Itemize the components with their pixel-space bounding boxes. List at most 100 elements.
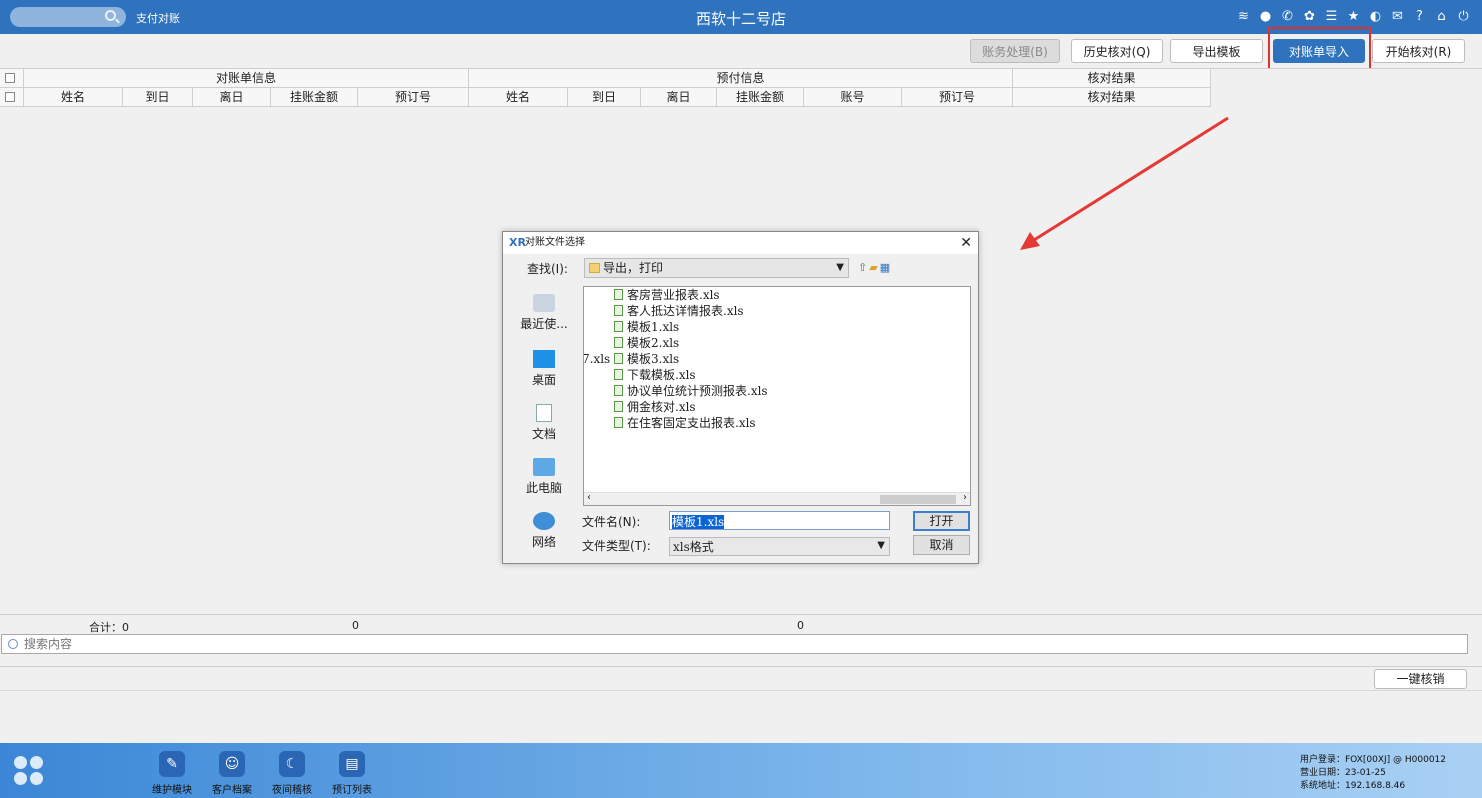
group-header: 核对结果 <box>1013 69 1211 88</box>
place-recent[interactable]: 最近使... <box>511 294 577 332</box>
divider <box>0 690 1482 691</box>
file-item[interactable]: 客房营业报表.xls <box>614 287 720 303</box>
place-label: 最近使... <box>520 317 568 331</box>
clipped-file-item[interactable]: 7.xls <box>584 351 610 367</box>
chevron-right-icon[interactable]: › <box>963 492 967 503</box>
column-header[interactable]: 挂账金额 <box>271 88 358 107</box>
column-header[interactable]: 预订号 <box>358 88 469 107</box>
dock-item-customers[interactable]: ☺ 客户档案 <box>202 751 262 796</box>
column-header[interactable]: 离日 <box>193 88 271 107</box>
export-template-button[interactable]: 导出模板 <box>1170 39 1263 63</box>
column-header[interactable]: 挂账金额 <box>717 88 804 107</box>
document-icon <box>536 404 552 422</box>
open-button[interactable]: 打开 <box>913 511 970 531</box>
new-folder-icon[interactable]: ▰ <box>869 261 879 274</box>
wrench-icon: ✎ <box>159 751 185 777</box>
place-label: 文档 <box>531 427 556 441</box>
column-header[interactable]: 预订号 <box>902 88 1013 107</box>
column-header[interactable]: 姓名 <box>469 88 568 107</box>
recent-icon <box>533 294 555 312</box>
view-menu-icon[interactable]: ▦ <box>880 261 892 274</box>
dialog-nav-icons: ⇧▰▦ <box>858 261 892 274</box>
home-icon[interactable]: ⌂ <box>1433 8 1450 25</box>
star-icon[interactable]: ★ <box>1345 8 1362 25</box>
column-header[interactable]: 到日 <box>123 88 193 107</box>
power-icon[interactable]: ⏻ <box>1455 8 1472 25</box>
select-all-cell <box>0 69 24 88</box>
dock-label: 预订列表 <box>332 785 372 796</box>
file-item[interactable]: 下载模板.xls <box>614 367 696 383</box>
contact-card-icon: ☺ <box>219 751 245 777</box>
scroll-thumb[interactable] <box>880 495 956 504</box>
column-header[interactable]: 离日 <box>641 88 717 107</box>
place-network[interactable]: 网络 <box>511 512 577 550</box>
horizontal-scrollbar[interactable]: ‹ › <box>584 492 970 505</box>
system-address: 系统地址：192.168.8.46 <box>1300 781 1406 791</box>
xls-file-icon <box>614 321 623 332</box>
dock-item-night-audit[interactable]: ☾ 夜间稽核 <box>262 751 322 796</box>
search-bar <box>1 634 1468 654</box>
history-check-button[interactable]: 历史核对(Q) <box>1071 39 1163 63</box>
filetype-select[interactable]: xls格式 ▼ <box>669 537 890 556</box>
select-all-checkbox[interactable] <box>5 73 15 83</box>
search-input[interactable] <box>24 636 824 652</box>
xls-file-icon <box>614 289 623 300</box>
place-this-pc[interactable]: 此电脑 <box>511 458 577 496</box>
dock-label: 客户档案 <box>212 785 252 796</box>
lookin-label: 查找(I): <box>527 262 568 276</box>
file-select-dialog: XR 对账文件选择 ✕ 查找(I): 导出，打印 ▼ ⇧▰▦ 最近使... 桌面… <box>502 231 979 564</box>
chat-icon[interactable]: ● <box>1257 8 1274 25</box>
chevron-left-icon[interactable]: ‹ <box>587 492 591 503</box>
app-logo-icon: XR <box>509 236 526 249</box>
column-header[interactable]: 核对结果 <box>1013 88 1211 107</box>
phone-icon[interactable]: ✆ <box>1279 8 1296 25</box>
dock-item-reservations[interactable]: ▤ 预订列表 <box>322 751 382 796</box>
close-icon[interactable]: ✕ <box>960 232 972 254</box>
theme-icon[interactable]: ◐ <box>1367 8 1384 25</box>
start-check-button[interactable]: 开始核对(R) <box>1372 39 1465 63</box>
place-desktop[interactable]: 桌面 <box>511 350 577 388</box>
folder-icon <box>589 263 600 273</box>
xls-file-icon <box>614 353 623 364</box>
file-item[interactable]: 协议单位统计预测报表.xls <box>614 383 768 399</box>
highlight-box <box>1268 27 1371 73</box>
file-item[interactable]: 佣金核对.xls <box>614 399 696 415</box>
palette-icon[interactable]: ✿ <box>1301 8 1318 25</box>
place-label: 网络 <box>531 535 556 549</box>
xls-file-icon <box>614 385 623 396</box>
mail-icon[interactable]: ✉ <box>1389 8 1406 25</box>
summary-value: 0 <box>797 619 804 632</box>
file-item[interactable]: 模板2.xls <box>614 335 679 351</box>
file-item[interactable]: 在住客固定支出报表.xls <box>614 415 756 431</box>
title-bar: 支付对账 西软十二号店 ≋ ● ✆ ✿ ☰ ★ ◐ ✉ ? ⌂ ⏻ <box>0 0 1482 34</box>
file-item[interactable]: 客人抵达详情报表.xls <box>614 303 744 319</box>
search-icon <box>8 639 18 649</box>
accounting-button[interactable]: 账务处理(B) <box>970 39 1060 63</box>
header-checkbox[interactable] <box>5 92 15 102</box>
cancel-button[interactable]: 取消 <box>913 535 970 555</box>
dialog-title: 对账文件选择 <box>525 237 585 248</box>
menu-icon[interactable]: ☰ <box>1323 8 1340 25</box>
filename-input[interactable]: 模板1.xls <box>669 511 890 530</box>
column-header[interactable]: 到日 <box>568 88 641 107</box>
place-documents[interactable]: 文档 <box>511 404 577 442</box>
column-header[interactable]: 姓名 <box>24 88 123 107</box>
wifi-icon[interactable]: ≋ <box>1235 8 1252 25</box>
up-folder-icon[interactable]: ⇧ <box>858 261 869 274</box>
one-click-writeoff-button[interactable]: 一键核销 <box>1374 669 1467 689</box>
dock-item-maintenance[interactable]: ✎ 维护模块 <box>142 751 202 796</box>
bottom-dock: ✎ 维护模块 ☺ 客户档案 ☾ 夜间稽核 ▤ 预订列表 用户登录：FOX[00XJ] @… <box>0 743 1482 798</box>
group-header: 对账单信息 <box>24 69 469 88</box>
lookin-select[interactable]: 导出，打印 ▼ <box>584 258 849 278</box>
toolbar: 账务处理(B) 历史核对(Q) 导出模板 对账单导入 开始核对(R) <box>0 34 1482 68</box>
app-logo-icon[interactable] <box>14 756 44 786</box>
dock-label: 维护模块 <box>152 785 192 796</box>
dock-label: 夜间稽核 <box>272 785 312 796</box>
places-bar: 最近使... 桌面 文档 此电脑 网络 <box>511 286 577 556</box>
group-header: 预付信息 <box>469 69 1013 88</box>
column-header[interactable]: 账号 <box>804 88 902 107</box>
help-icon[interactable]: ? <box>1411 8 1428 25</box>
file-item[interactable]: 模板3.xls <box>614 351 679 367</box>
moon-icon: ☾ <box>279 751 305 777</box>
file-item[interactable]: 模板1.xls <box>614 319 679 335</box>
